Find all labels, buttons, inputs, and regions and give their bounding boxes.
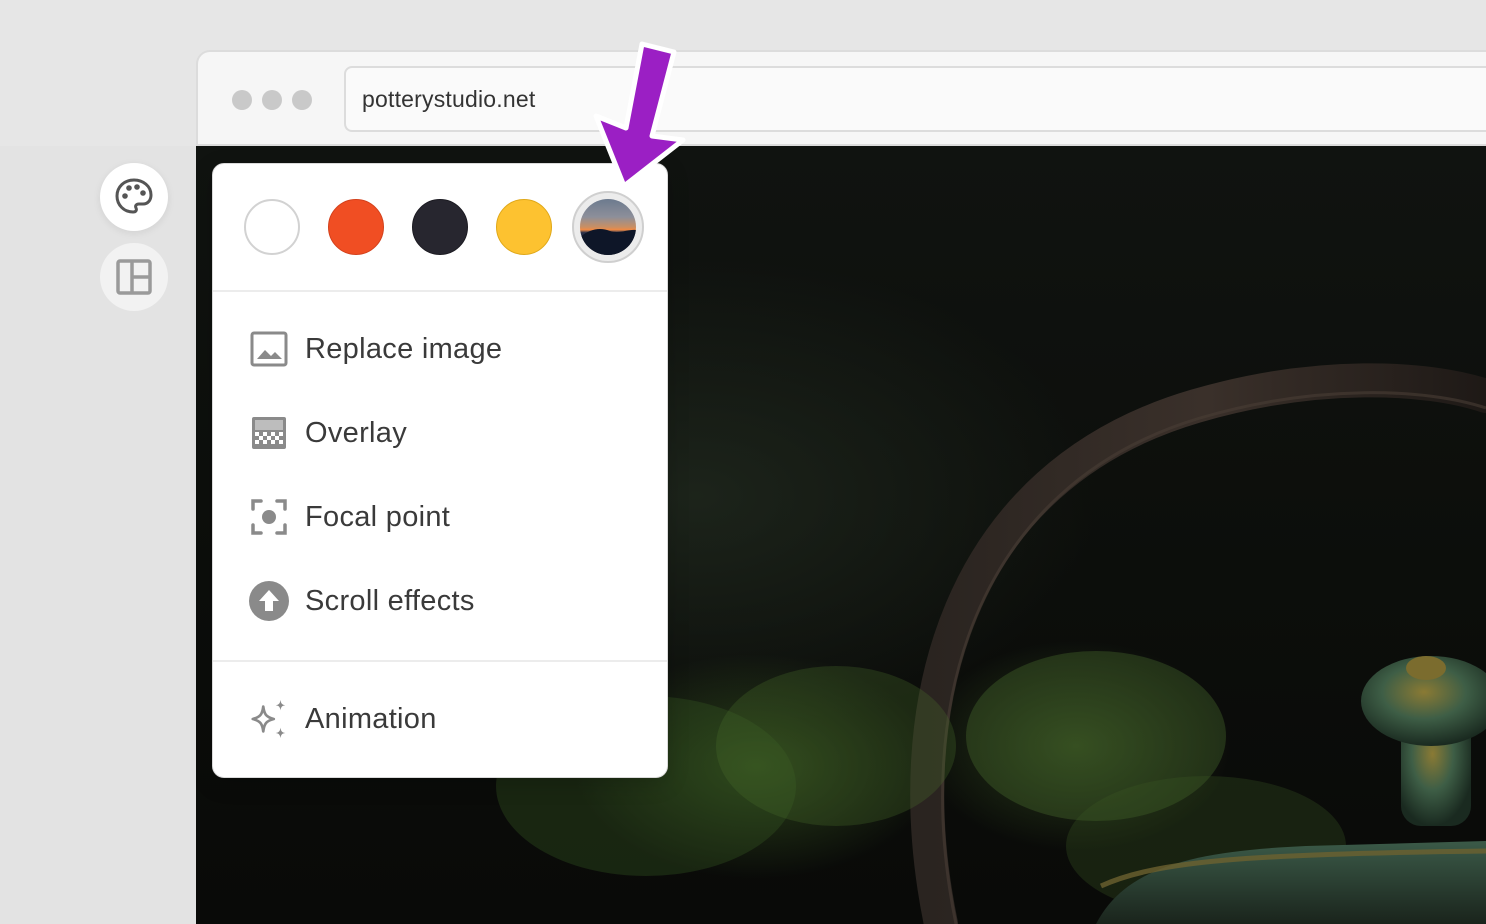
- background-style-popover: Replace image Overlay Focal point Scroll…: [212, 163, 668, 778]
- menu-item-scroll-effects[interactable]: Scroll effects: [247, 576, 475, 626]
- menu-item-label: Animation: [305, 702, 437, 735]
- image-icon: [247, 327, 291, 371]
- menu-item-replace-image[interactable]: Replace image: [247, 324, 502, 374]
- landscape-thumbnail-icon: [580, 199, 636, 255]
- swatch-yellow[interactable]: [496, 199, 552, 255]
- layout-button[interactable]: [100, 243, 168, 311]
- scroll-up-icon: [247, 579, 291, 623]
- menu-item-label: Focal point: [305, 500, 451, 533]
- window-dot-icon[interactable]: [292, 90, 312, 110]
- sparkle-icon: [247, 697, 291, 741]
- menu-item-label: Overlay: [305, 416, 408, 449]
- address-bar[interactable]: potterystudio.net: [344, 66, 1486, 132]
- style-palette-button[interactable]: [100, 163, 168, 231]
- popover-divider: [213, 660, 667, 662]
- browser-window-chrome: potterystudio.net: [196, 50, 1486, 146]
- menu-item-overlay[interactable]: Overlay: [247, 408, 407, 458]
- popover-divider: [213, 290, 667, 292]
- window-dot-icon[interactable]: [262, 90, 282, 110]
- editor-left-panel: [0, 146, 196, 924]
- swatch-image-selected[interactable]: [572, 191, 644, 263]
- menu-item-focal-point[interactable]: Focal point: [247, 492, 450, 542]
- address-url: potterystudio.net: [362, 86, 536, 112]
- menu-item-label: Scroll effects: [305, 584, 475, 617]
- overlay-icon: [247, 411, 291, 455]
- menu-item-animation[interactable]: Animation: [247, 694, 437, 744]
- swatch-dark[interactable]: [412, 199, 468, 255]
- window-dot-icon[interactable]: [232, 90, 252, 110]
- swatch-orange[interactable]: [328, 199, 384, 255]
- palette-icon: [115, 178, 153, 214]
- menu-item-label: Replace image: [305, 332, 503, 365]
- layout-icon: [116, 259, 152, 295]
- swatch-white[interactable]: [244, 199, 300, 255]
- focal-point-icon: [247, 495, 291, 539]
- annotation-arrow-icon: [593, 41, 686, 189]
